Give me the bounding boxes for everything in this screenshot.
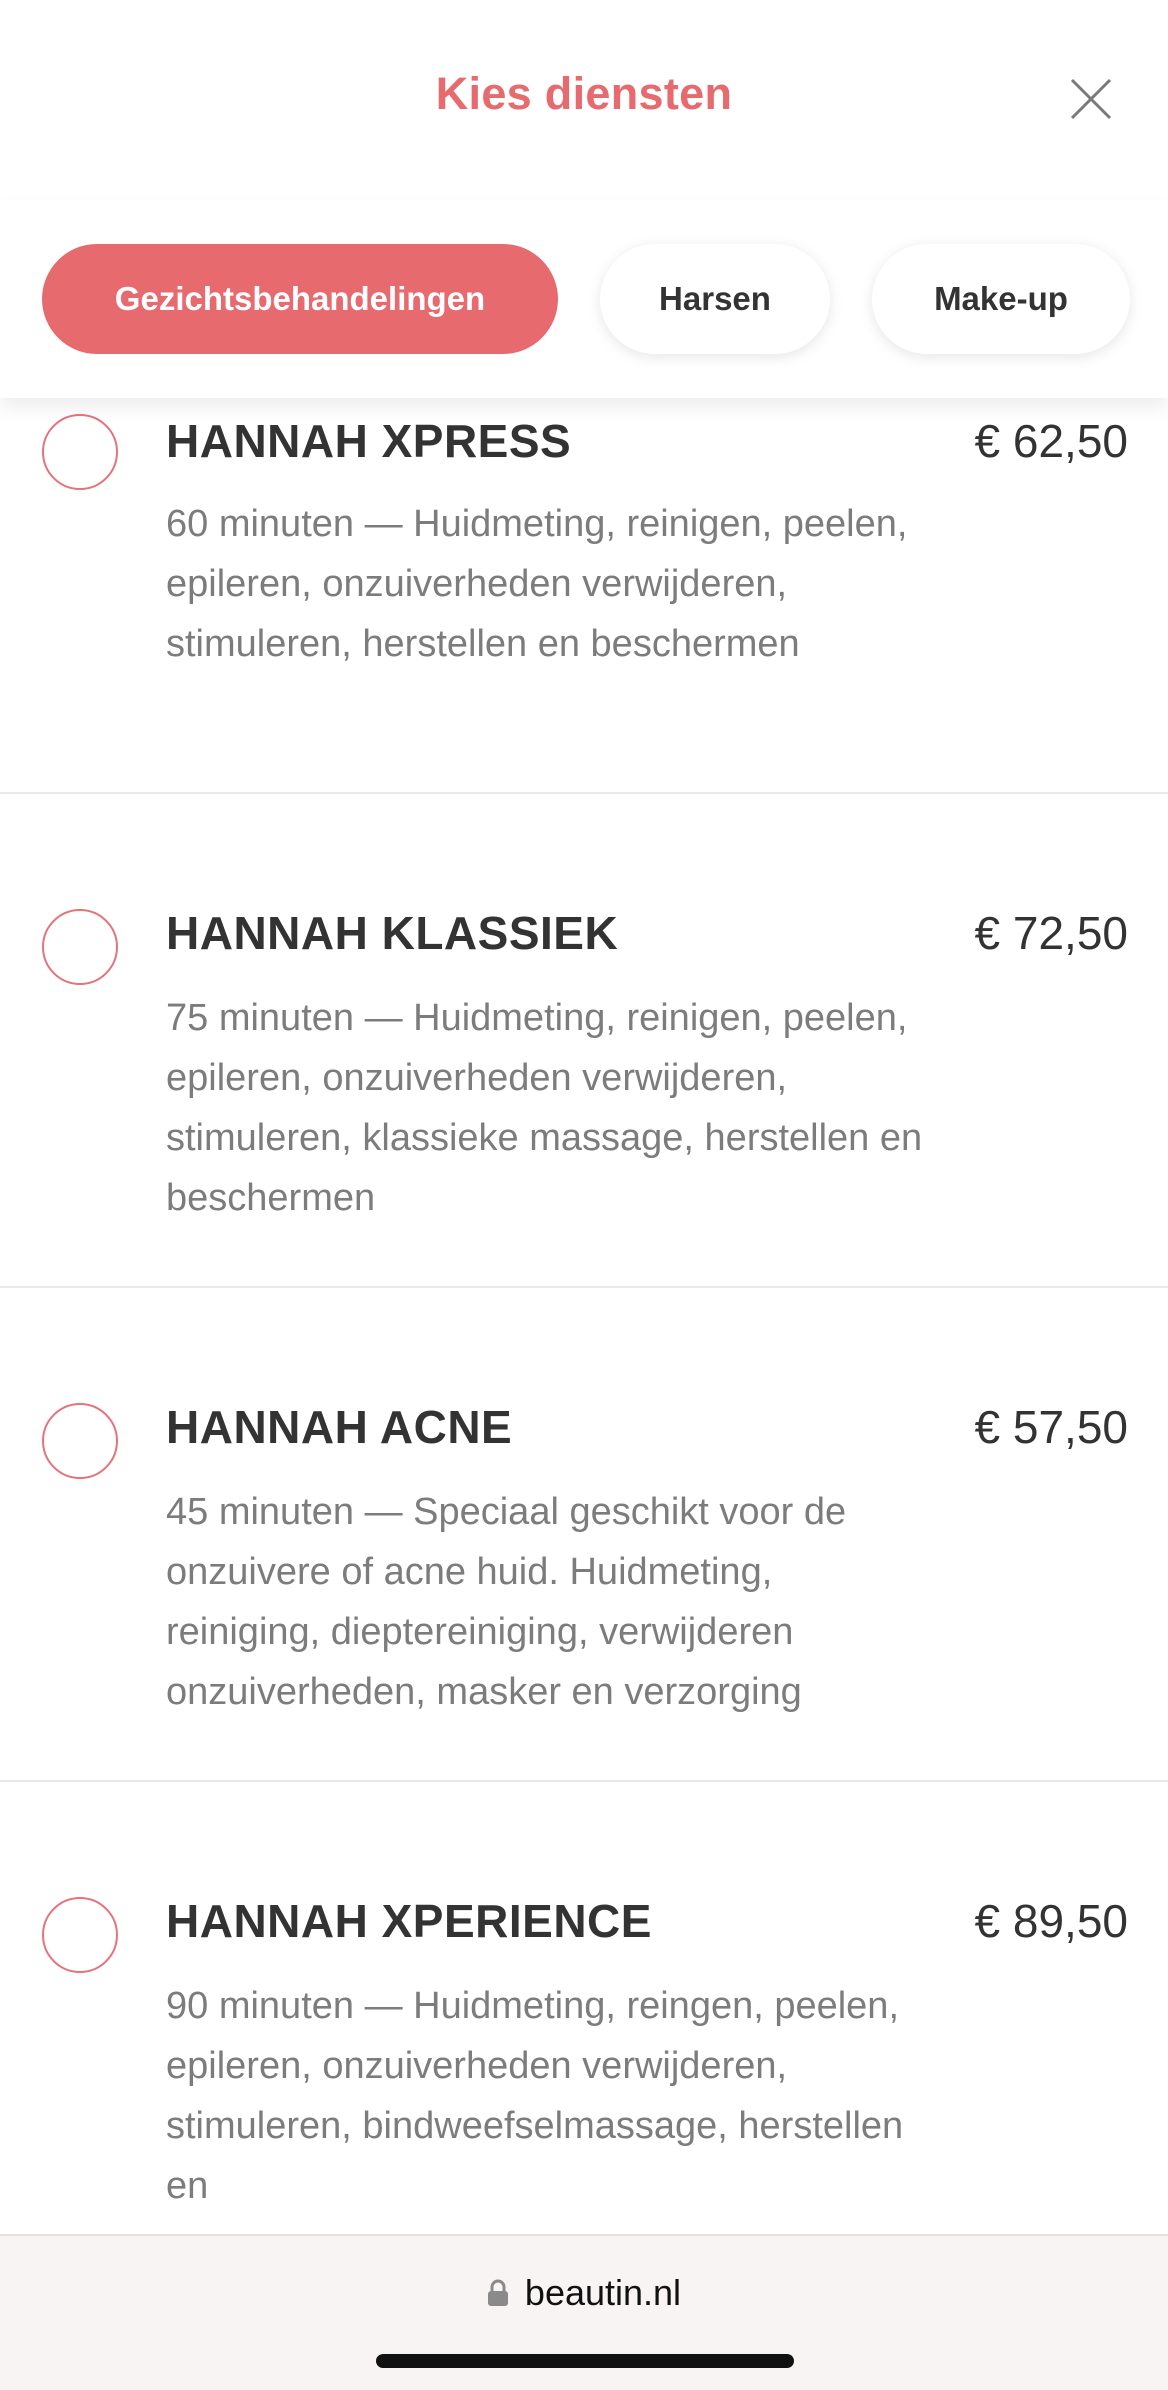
service-name: HANNAH XPRESS <box>166 415 572 467</box>
service-name: HANNAH ACNE <box>166 1401 513 1453</box>
service-description: 75 minuten — Huidmeting, reinigen, peele… <box>166 997 923 1219</box>
modal-header: Kies diensten <box>0 0 1168 200</box>
tab-make-up[interactable]: Make-up <box>872 244 1130 354</box>
tab-harsen[interactable]: Harsen <box>600 244 830 354</box>
url-text: beautin.nl <box>524 2272 682 2313</box>
service-price: € 89,50 <box>974 1895 1128 1947</box>
service-radio[interactable] <box>42 1403 118 1479</box>
service-price: € 57,50 <box>974 1401 1128 1453</box>
service-name: HANNAH KLASSIEK <box>166 907 619 959</box>
service-name: HANNAH XPERIENCE <box>166 1895 652 1947</box>
service-description: 60 minuten — Huidmeting, reinigen, peele… <box>166 503 908 665</box>
home-indicator[interactable] <box>376 2354 794 2368</box>
service-price: € 72,50 <box>974 907 1128 959</box>
tab-gezichtsbehandelingen[interactable]: Gezichtsbehandelingen <box>42 244 558 354</box>
lock-icon <box>487 2279 508 2306</box>
close-button[interactable] <box>1066 74 1116 124</box>
service-price: € 62,50 <box>974 415 1128 467</box>
service-radio[interactable] <box>42 909 118 985</box>
category-tabs: Gezichtsbehandelingen Harsen Make-up <box>0 200 1168 398</box>
url-display[interactable]: beautin.nl <box>0 2272 1168 2314</box>
page-title: Kies diensten <box>435 68 733 119</box>
service-radio[interactable] <box>42 414 118 490</box>
service-description: 45 minuten — Speciaal geschikt voor de o… <box>166 1491 847 1713</box>
service-description: 90 minuten — Huidmeting, reingen, peelen… <box>166 1985 904 2207</box>
service-item[interactable]: HANNAH ACNE € 57,50 45 minuten — Speciaa… <box>0 1288 1168 1782</box>
close-icon <box>1070 78 1112 120</box>
service-item[interactable]: HANNAH KLASSIEK € 72,50 75 minuten — Hui… <box>0 794 1168 1288</box>
service-radio[interactable] <box>42 1897 118 1973</box>
browser-url-bar[interactable]: beautin.nl <box>0 2234 1168 2390</box>
service-item[interactable]: HANNAH XPERIENCE € 89,50 90 minuten — Hu… <box>0 1782 1168 2276</box>
